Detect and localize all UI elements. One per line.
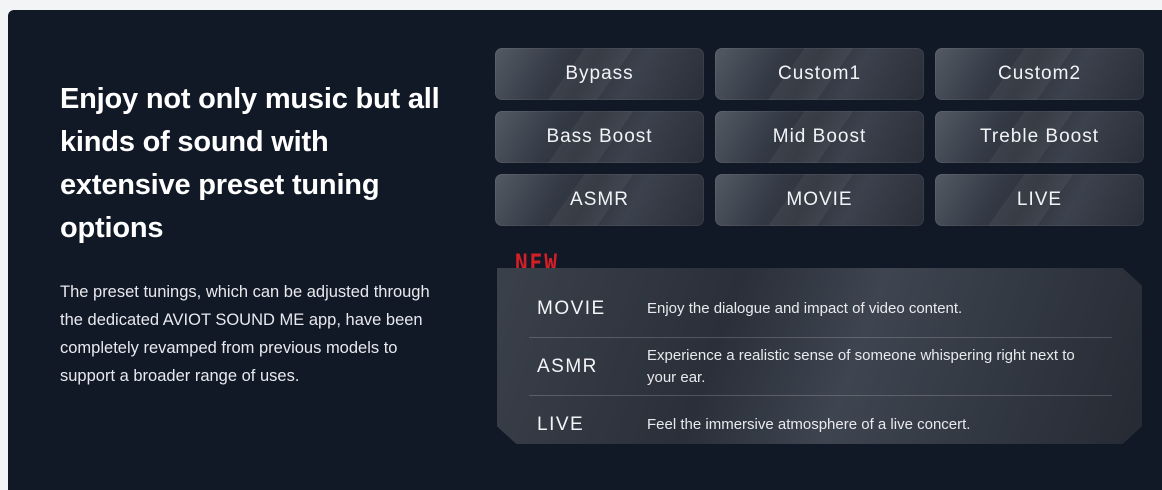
- preset-treble-boost-button[interactable]: Treble Boost: [935, 111, 1144, 163]
- preset-bass-boost-button[interactable]: Bass Boost: [495, 111, 704, 163]
- preset-custom1-button[interactable]: Custom1: [715, 48, 924, 100]
- feature-panel: Enjoy not only music but all kinds of so…: [8, 10, 1162, 490]
- new-presets-list: MOVIE Enjoy the dialogue and impact of v…: [529, 280, 1112, 444]
- new-preset-name: ASMR: [537, 355, 598, 377]
- new-preset-name: MOVIE: [537, 297, 606, 319]
- preset-custom2-button[interactable]: Custom2: [935, 48, 1144, 100]
- intro-column: Enjoy not only music but all kinds of so…: [60, 78, 440, 390]
- new-preset-name: LIVE: [537, 413, 585, 435]
- preset-grid: Bypass Custom1 Custom2 Bass Boost Mid Bo…: [495, 48, 1144, 226]
- preset-bypass-button[interactable]: Bypass: [495, 48, 704, 100]
- new-preset-description: Experience a realistic sense of someone …: [647, 346, 1075, 386]
- feature-description: The preset tunings, which can be adjuste…: [60, 283, 430, 385]
- list-item: ASMR Experience a realistic sense of som…: [529, 338, 1112, 396]
- preset-asmr-button[interactable]: ASMR: [495, 174, 704, 226]
- list-item: MOVIE Enjoy the dialogue and impact of v…: [529, 280, 1112, 338]
- preset-movie-button[interactable]: MOVIE: [715, 174, 924, 226]
- preset-live-button[interactable]: LIVE: [935, 174, 1144, 226]
- preset-mid-boost-button[interactable]: Mid Boost: [715, 111, 924, 163]
- new-preset-description: Enjoy the dialogue and impact of video c…: [647, 299, 963, 317]
- new-presets-box: MOVIE Enjoy the dialogue and impact of v…: [497, 268, 1142, 444]
- new-preset-description: Feel the immersive atmosphere of a live …: [647, 415, 971, 433]
- feature-headline: Enjoy not only music but all kinds of so…: [60, 83, 440, 244]
- list-item: LIVE Feel the immersive atmosphere of a …: [529, 396, 1112, 444]
